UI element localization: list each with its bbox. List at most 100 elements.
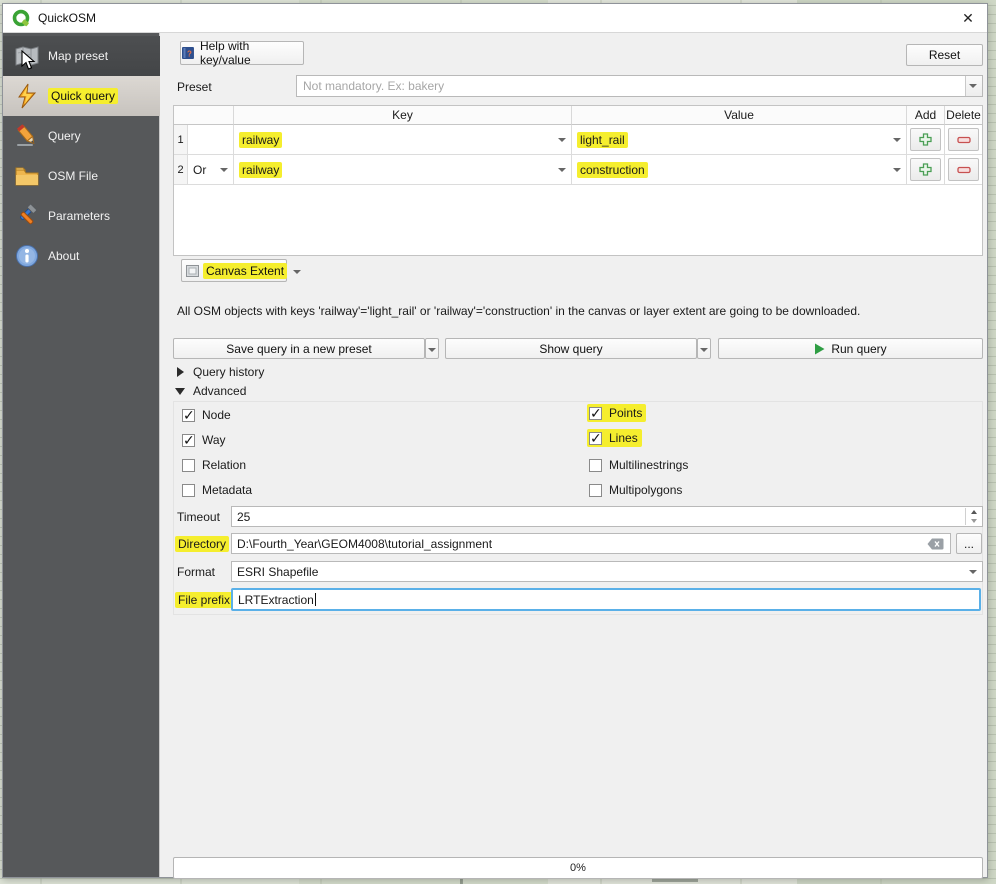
checkbox-way[interactable]: Way <box>182 431 226 449</box>
checkbox-label: Multipolygons <box>609 483 683 497</box>
close-button[interactable]: ✕ <box>955 7 981 30</box>
save-preset-label: Save query in a new preset <box>226 341 372 356</box>
directory-input[interactable]: D:\Fourth_Year\GEOM4008\tutorial_assignm… <box>231 533 951 554</box>
reset-button-label: Reset <box>928 48 961 62</box>
checkbox-multilinestrings[interactable]: Multilinestrings <box>589 456 688 474</box>
sidebar-item-osm-file[interactable]: OSM File <box>3 156 160 196</box>
value-value: light_rail <box>577 131 628 148</box>
checkbox-points[interactable]: Points <box>587 404 647 422</box>
folder-icon <box>15 167 39 186</box>
key-value: railway <box>239 161 283 178</box>
save-preset-button[interactable]: Save query in a new preset <box>173 338 425 359</box>
checkbox-checked-icon <box>589 405 602 422</box>
operator-combobox[interactable] <box>188 125 234 155</box>
extent-icon <box>186 264 199 277</box>
checkbox-unchecked-icon <box>589 483 602 497</box>
key-combobox[interactable]: railway <box>234 155 572 185</box>
svg-text:?: ? <box>187 49 192 58</box>
browse-directory-button[interactable]: ... <box>956 533 982 554</box>
header-delete: Delete <box>945 106 982 125</box>
text-caret <box>314 593 316 606</box>
progress-text: 0% <box>570 862 586 874</box>
help-button-label: Help with key/value <box>199 39 251 67</box>
row-number: 2 <box>174 155 188 185</box>
spinner-buttons[interactable] <box>965 508 981 525</box>
timeout-spinbox[interactable]: 25 <box>231 506 983 527</box>
header-add: Add <box>907 106 945 125</box>
sidebar-item-label: About <box>48 249 80 263</box>
tools-icon <box>20 203 38 225</box>
lightning-icon <box>18 83 37 109</box>
key-combobox[interactable]: railway <box>234 125 572 155</box>
format-combobox[interactable]: ESRI Shapefile <box>231 561 983 582</box>
save-preset-dropdown-button[interactable] <box>425 338 439 359</box>
preset-dropdown-button[interactable] <box>965 76 982 96</box>
progress-bar: 0% <box>173 857 983 879</box>
header-op <box>174 106 234 125</box>
help-key-value-button[interactable]: ? Help with key/value <box>180 39 304 67</box>
value-value: construction <box>577 161 648 178</box>
value-combobox[interactable]: light_rail <box>572 125 907 155</box>
pencil-icon <box>16 124 35 146</box>
plus-icon <box>919 133 932 146</box>
delete-row-button[interactable] <box>948 128 979 151</box>
mouse-cursor <box>21 50 36 70</box>
directory-label: Directory <box>175 536 230 552</box>
checkbox-unchecked-icon <box>589 458 602 472</box>
row-number: 1 <box>174 125 188 155</box>
clear-icon[interactable] <box>927 538 944 550</box>
show-query-dropdown-button[interactable] <box>697 338 711 359</box>
title-bar[interactable]: QuickOSM ✕ <box>3 4 987 33</box>
checkbox-label: Points <box>609 406 643 420</box>
value-combobox[interactable]: construction <box>572 155 907 185</box>
checkbox-metadata[interactable]: Metadata <box>182 481 252 499</box>
sidebar-item-label: Query <box>48 129 81 143</box>
sidebar-item-quick-query[interactable]: Quick query <box>3 76 160 116</box>
chevron-down-icon <box>428 347 436 352</box>
sidebar-item-parameters[interactable]: Parameters <box>3 196 160 236</box>
chevron-down-icon <box>700 347 708 352</box>
checkbox-multipolygons[interactable]: Multipolygons <box>589 481 682 499</box>
minus-icon <box>956 166 971 173</box>
help-book-icon: ? <box>181 47 194 59</box>
show-query-button[interactable]: Show query <box>445 338 697 359</box>
spin-down-icon[interactable] <box>966 517 981 526</box>
sidebar-item-about[interactable]: About <box>3 236 160 276</box>
checkbox-node[interactable]: Node <box>182 406 231 424</box>
checkbox-label: Lines <box>609 431 638 445</box>
quick-query-panel: ? Help with key/value Reset Preset Key V… <box>160 33 987 879</box>
checkbox-checked-icon <box>182 407 195 424</box>
preset-combobox[interactable] <box>296 75 983 97</box>
spin-up-icon[interactable] <box>966 508 981 517</box>
file-prefix-input[interactable]: LRTExtraction <box>231 588 981 611</box>
run-query-button[interactable]: Run query <box>718 338 983 359</box>
checkbox-lines[interactable]: Lines <box>587 429 642 447</box>
preset-input[interactable] <box>297 76 962 96</box>
operator-combobox[interactable]: Or <box>188 155 234 185</box>
checkbox-checked-icon <box>589 430 602 447</box>
checkbox-label: Way <box>202 433 226 447</box>
delete-row-button[interactable] <box>948 158 979 181</box>
checkbox-relation[interactable]: Relation <box>182 456 246 474</box>
add-row-button[interactable] <box>910 158 941 181</box>
chevron-down-icon <box>893 167 901 172</box>
timeout-value: 25 <box>237 509 251 524</box>
window-title: QuickOSM <box>38 11 97 25</box>
query-history-section[interactable]: Query history <box>177 365 264 379</box>
reset-button[interactable]: Reset <box>906 44 983 66</box>
add-row-button[interactable] <box>910 128 941 151</box>
key-value: railway <box>239 131 283 148</box>
advanced-section[interactable]: Advanced <box>175 384 246 398</box>
sidebar-item-label: Quick query <box>48 88 119 104</box>
header-key: Key <box>234 106 572 125</box>
format-value: ESRI Shapefile <box>237 564 319 579</box>
timeout-label: Timeout <box>177 510 220 524</box>
map-road-fragment <box>460 879 463 884</box>
query-summary-text: All OSM objects with keys 'railway'='lig… <box>177 304 861 318</box>
info-icon <box>16 245 38 267</box>
sidebar-item-query[interactable]: Query <box>3 116 160 156</box>
play-icon <box>815 343 825 354</box>
checkbox-unchecked-icon <box>182 483 195 497</box>
extent-selector-button[interactable]: Canvas Extent <box>181 259 302 282</box>
preset-label: Preset <box>177 80 212 94</box>
